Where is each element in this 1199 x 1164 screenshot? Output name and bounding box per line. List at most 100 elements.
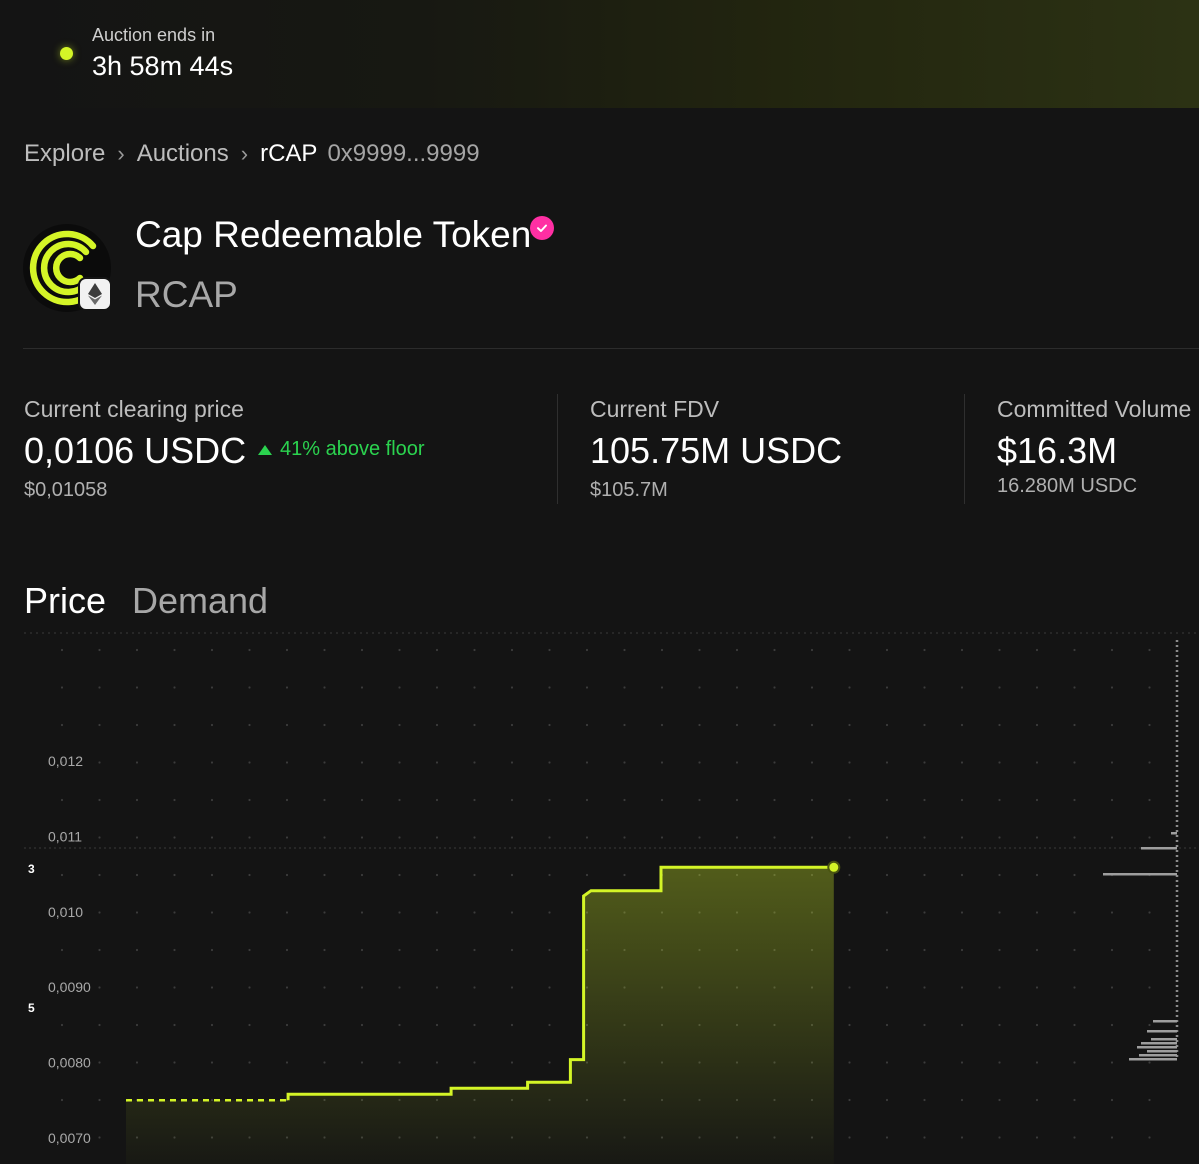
- grid-dot: [360, 836, 364, 839]
- grid-dot: [173, 873, 176, 877]
- demand-bar: [1141, 847, 1177, 850]
- volume-label: Committed Volume: [997, 396, 1192, 422]
- grid-dot: [885, 1023, 889, 1027]
- grid-dot: [285, 761, 289, 764]
- grid-dot: [360, 1023, 364, 1027]
- grid-dot: [885, 911, 889, 914]
- grid-dot: [510, 686, 514, 689]
- y-axis: 0,012 0,011 0,010 0,0090 0,0080 0,0070: [48, 753, 91, 1146]
- grid-dot: [848, 686, 851, 689]
- grid-dot: [398, 686, 401, 689]
- grid-dot: [210, 911, 214, 914]
- grid-dot: [248, 836, 251, 839]
- grid-dot: [1110, 761, 1114, 764]
- grid-dot: [285, 798, 289, 802]
- current-price-dot[interactable]: [827, 860, 841, 874]
- grid-dot: [548, 948, 551, 952]
- grid-dot: [135, 1061, 139, 1064]
- grid-dot: [548, 836, 551, 839]
- grid-dot: [885, 948, 889, 952]
- chevron-right-icon: ›: [240, 141, 249, 166]
- grid-dot: [473, 686, 476, 689]
- y-tick-label: 0,012: [48, 753, 83, 769]
- grid-dot: [248, 1023, 251, 1027]
- grid-dot: [548, 1023, 551, 1027]
- grid-dot: [435, 723, 439, 727]
- grid-dot: [1110, 686, 1114, 689]
- grid-dot: [285, 723, 289, 727]
- grid-dot: [248, 723, 251, 727]
- grid-dot: [960, 1023, 964, 1027]
- grid-dot: [510, 873, 514, 877]
- grid-dot: [60, 948, 64, 952]
- grid-dot: [923, 836, 926, 839]
- grid-dot: [248, 648, 251, 652]
- grid-dot: [60, 1098, 64, 1102]
- grid-dot: [848, 948, 851, 952]
- grid-dot: [623, 761, 626, 764]
- clearing-price-value: 0,0106 USDC: [24, 430, 247, 471]
- grid-dot: [585, 836, 589, 839]
- grid-dot: [885, 723, 889, 727]
- grid-dot: [998, 1061, 1001, 1064]
- grid-dot: [1073, 948, 1076, 952]
- grid-dot: [323, 948, 326, 952]
- grid-dot: [210, 986, 214, 989]
- grid-dot: [548, 761, 551, 764]
- tab-demand[interactable]: Demand: [132, 580, 268, 622]
- token-address[interactable]: 0x9999...9999: [327, 140, 479, 168]
- grid-dot: [548, 686, 551, 689]
- grid-dot: [885, 761, 889, 764]
- breadcrumb-current: rCAP: [260, 140, 318, 167]
- grid-dot: [360, 761, 364, 764]
- grid-dot: [1035, 686, 1039, 689]
- grid-dot: [885, 686, 889, 689]
- grid-dot: [398, 648, 401, 652]
- fdv-usd: $105.7M: [590, 479, 668, 501]
- grid-dot: [810, 648, 814, 652]
- grid-dot: [1073, 1136, 1076, 1139]
- grid-dot: [1148, 723, 1151, 727]
- grid-dot: [60, 648, 64, 652]
- token-name: Cap Redeemable Token: [135, 214, 532, 255]
- grid-dot: [923, 1098, 926, 1102]
- grid-dot: [60, 798, 64, 802]
- grid-dot: [923, 648, 926, 652]
- grid-dot: [98, 1061, 101, 1064]
- breadcrumb-explore[interactable]: Explore: [24, 140, 105, 168]
- grid-dot: [548, 873, 551, 877]
- grid-dot: [1035, 1061, 1039, 1064]
- grid-dot: [285, 836, 289, 839]
- grid-dot: [660, 836, 664, 839]
- grid-dot: [323, 836, 326, 839]
- grid-dot: [1073, 1061, 1076, 1064]
- grid-dot: [1110, 1061, 1114, 1064]
- demand-bar: [1139, 1054, 1177, 1057]
- grid-dot: [923, 1136, 926, 1139]
- grid-dot: [248, 798, 251, 802]
- grid-dot: [1148, 1023, 1151, 1027]
- chart-marker-3: 3: [28, 862, 35, 876]
- grid-dot: [960, 761, 964, 764]
- grid-dot: [998, 1098, 1001, 1102]
- grid-dot: [998, 986, 1001, 989]
- grid-dot: [323, 761, 326, 764]
- grid-dot: [435, 873, 439, 877]
- breadcrumb-auctions[interactable]: Auctions: [137, 140, 229, 168]
- grid-dot: [1035, 723, 1039, 727]
- demand-bar: [1171, 832, 1177, 835]
- grid-dot: [135, 986, 139, 989]
- grid-dot: [60, 686, 64, 689]
- grid-dot: [285, 986, 289, 989]
- tab-price[interactable]: Price: [24, 580, 106, 622]
- grid-dot: [1148, 686, 1151, 689]
- grid-dot: [773, 798, 776, 802]
- grid-dot: [1073, 648, 1076, 652]
- grid-dot: [435, 686, 439, 689]
- grid-dot: [210, 873, 214, 877]
- grid-dot: [623, 798, 626, 802]
- chart-marker-5: 5: [28, 1001, 35, 1015]
- grid-dot: [435, 1023, 439, 1027]
- grid-dot: [398, 986, 401, 989]
- grid-dot: [473, 873, 476, 877]
